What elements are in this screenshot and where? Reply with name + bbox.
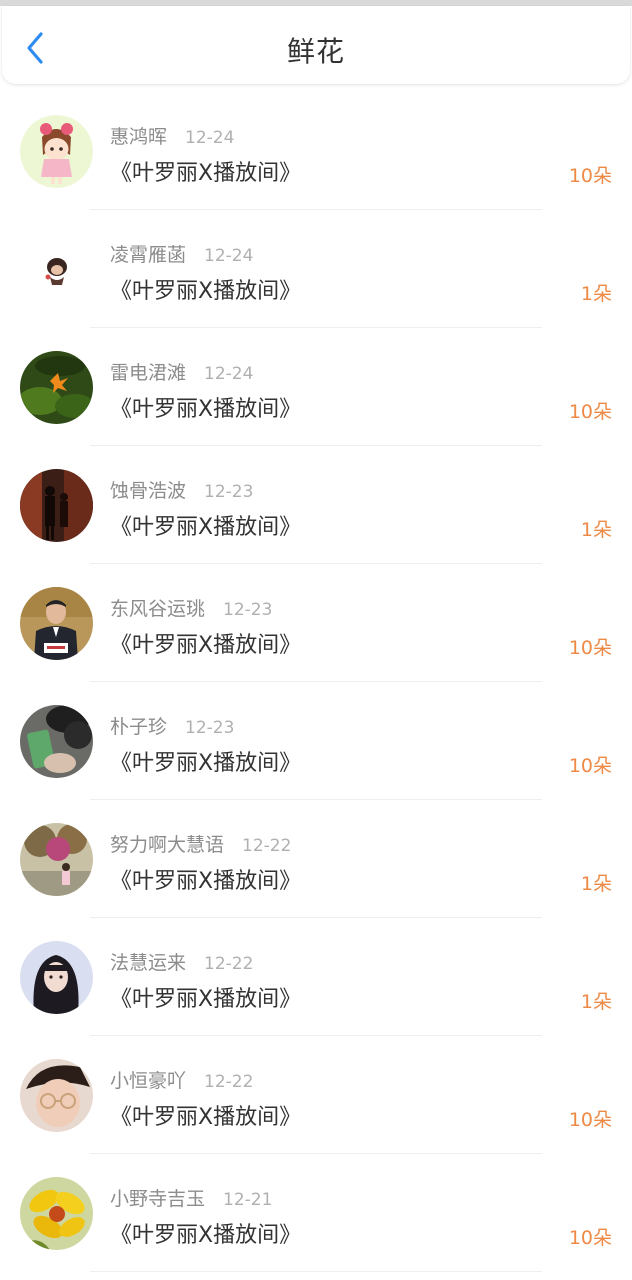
room-name: 《叶罗丽X播放间》 xyxy=(110,397,302,422)
room-name: 《叶罗丽X播放间》 xyxy=(110,515,302,540)
sender-name: 小野寺吉玉 12-21 xyxy=(110,1188,273,1210)
flower-count: 10朵 xyxy=(568,1109,612,1131)
gift-date: 12-21 xyxy=(223,1190,273,1210)
flower-count: 1朵 xyxy=(580,991,612,1013)
yellow-flower-avatar[interactable] xyxy=(20,1177,93,1250)
room-name: 《叶罗丽X播放间》 xyxy=(110,1105,302,1130)
flower-count: 10朵 xyxy=(568,755,612,777)
flower-count: 10朵 xyxy=(568,165,612,187)
flower-count: 1朵 xyxy=(580,283,612,305)
list-item[interactable]: 小野寺吉玉 12-21 《叶罗丽X播放间》 10朵 xyxy=(0,1154,632,1272)
list-item[interactable]: 努力啊大慧语 12-22 《叶罗丽X播放间》 1朵 xyxy=(0,800,632,918)
flower-count: 10朵 xyxy=(568,401,612,423)
gift-date: 12-23 xyxy=(185,718,235,738)
phone-in-hand-avatar[interactable] xyxy=(20,705,93,778)
list-item[interactable]: 朴子珍 12-23 《叶罗丽X播放间》 10朵 xyxy=(0,682,632,800)
sender-name: 努力啊大慧语 12-22 xyxy=(110,834,292,856)
small-character-avatar[interactable] xyxy=(20,233,93,306)
sender-name: 凌霄雁菡 12-24 xyxy=(110,244,254,266)
room-name: 《叶罗丽X播放间》 xyxy=(110,279,302,304)
flower-count: 10朵 xyxy=(568,1227,612,1249)
gift-date: 12-24 xyxy=(204,246,254,266)
room-name: 《叶罗丽X播放间》 xyxy=(110,161,302,186)
flower-count: 1朵 xyxy=(580,519,612,541)
room-name: 《叶罗丽X播放间》 xyxy=(110,987,302,1012)
room-name: 《叶罗丽X播放间》 xyxy=(110,1223,302,1248)
sender-name: 朴子珍 12-23 xyxy=(110,716,235,738)
sender-name: 东风谷运珧 12-23 xyxy=(110,598,273,620)
list-item[interactable]: 东风谷运珧 12-23 《叶罗丽X播放间》 10朵 xyxy=(0,564,632,682)
boy-with-glasses-avatar[interactable] xyxy=(20,1059,93,1132)
leaf-on-moss-avatar[interactable] xyxy=(20,351,93,424)
sender-name: 小恒豪吖 12-22 xyxy=(110,1070,254,1092)
list-item[interactable]: 凌霄雁菡 12-24 《叶罗丽X播放间》 1朵 xyxy=(0,210,632,328)
girl-portrait-avatar[interactable] xyxy=(20,941,93,1014)
flower-gift-list: 惠鸿晖 12-24 《叶罗丽X播放间》 10朵 凌霄雁菡 12-24 《叶罗丽X播放… xyxy=(0,92,632,1272)
gift-date: 12-24 xyxy=(185,128,235,148)
list-item[interactable]: 小恒豪吖 12-22 《叶罗丽X播放间》 10朵 xyxy=(0,1036,632,1154)
room-name: 《叶罗丽X播放间》 xyxy=(110,751,302,776)
cartoon-girl-avatar[interactable] xyxy=(20,115,93,188)
flower-count: 1朵 xyxy=(580,873,612,895)
gift-date: 12-22 xyxy=(204,954,254,974)
list-item[interactable]: 雷电涒滩 12-24 《叶罗丽X播放间》 10朵 xyxy=(0,328,632,446)
header-bar: 鲜花 xyxy=(2,6,630,84)
gift-date: 12-23 xyxy=(204,482,254,502)
gift-date: 12-23 xyxy=(223,600,273,620)
divider xyxy=(90,1271,542,1272)
gift-date: 12-24 xyxy=(204,364,254,384)
sender-name: 法慧运来 12-22 xyxy=(110,952,254,974)
silhouette-couple-avatar[interactable] xyxy=(20,469,93,542)
sender-name: 惠鸿晖 12-24 xyxy=(110,126,235,148)
girl-under-tree-avatar[interactable] xyxy=(20,823,93,896)
gift-date: 12-22 xyxy=(204,1072,254,1092)
list-item[interactable]: 法慧运来 12-22 《叶罗丽X播放间》 1朵 xyxy=(0,918,632,1036)
sender-name: 雷电涒滩 12-24 xyxy=(110,362,254,384)
sender-name: 蚀骨浩波 12-23 xyxy=(110,480,254,502)
page-title: 鲜花 xyxy=(286,35,345,68)
room-name: 《叶罗丽X播放间》 xyxy=(110,869,302,894)
list-item[interactable]: 惠鸿晖 12-24 《叶罗丽X播放间》 10朵 xyxy=(0,92,632,210)
room-name: 《叶罗丽X播放间》 xyxy=(110,633,302,658)
man-at-desk-avatar[interactable] xyxy=(20,587,93,660)
flower-count: 10朵 xyxy=(568,637,612,659)
list-item[interactable]: 蚀骨浩波 12-23 《叶罗丽X播放间》 1朵 xyxy=(0,446,632,564)
gift-date: 12-22 xyxy=(242,836,292,856)
